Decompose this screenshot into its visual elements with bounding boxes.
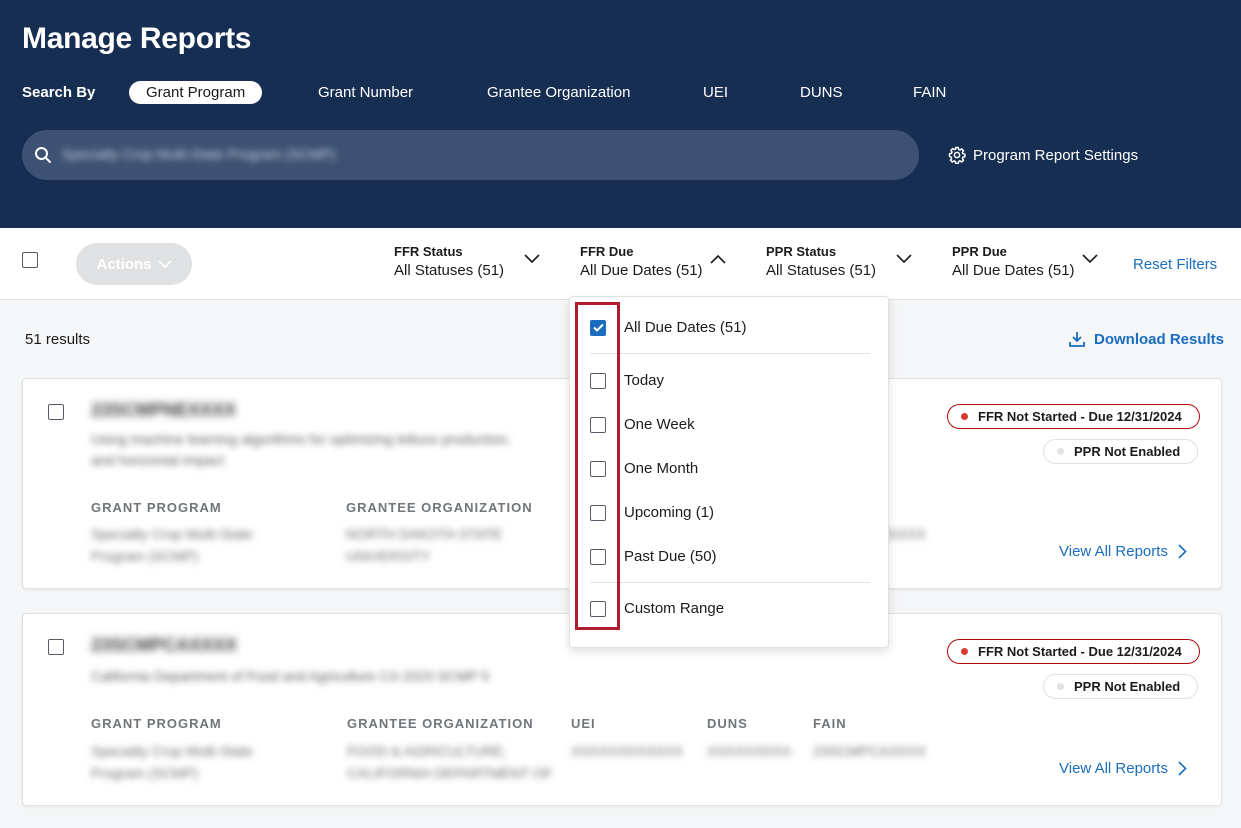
filter-ppr-status[interactable]: PPR Status All Statuses (51) <box>766 244 876 279</box>
page-title: Manage Reports <box>22 22 252 55</box>
highlight-annotation <box>575 302 620 630</box>
filter-value: All Statuses (51) <box>766 262 877 279</box>
filter-label: PPR Status <box>766 244 837 259</box>
divider <box>590 582 870 583</box>
search-icon <box>35 147 51 163</box>
download-results-button[interactable]: Download Results <box>1068 330 1224 348</box>
filter-ffr-status[interactable]: FFR Status All Statuses (51) <box>394 244 504 279</box>
card-checkbox[interactable] <box>48 639 64 655</box>
grantee-organization-label: GRANTEE ORGANIZATION <box>347 716 534 731</box>
search-tab-grant-program[interactable]: Grant Program <box>129 81 263 104</box>
view-all-reports-link[interactable]: View All Reports <box>1059 760 1187 777</box>
ppr-status-badge: PPR Not Enabled <box>1043 674 1199 699</box>
grantee-organization-value: NORTH DAKOTA STATE UNIVERSITY <box>346 526 503 564</box>
actions-label: Actions <box>96 255 152 273</box>
filter-label: PPR Due <box>952 244 1007 259</box>
status-dot-icon <box>1057 448 1064 455</box>
uei-value: XXXXXXXXXXXX <box>571 743 684 759</box>
grantee-organization-label: GRANTEE ORGANIZATION <box>346 500 533 515</box>
download-label: Download Results <box>1094 330 1225 348</box>
chevron-right-icon <box>1178 761 1187 776</box>
search-input[interactable]: Specialty Crop Multi-State Program (SCMP… <box>22 130 919 180</box>
search-by-label: Search By <box>22 84 96 101</box>
download-icon <box>1069 332 1085 347</box>
search-tab-duns[interactable]: DUNS <box>800 81 843 104</box>
ffr-status-badge: FFR Not Started - Due 12/31/2024 <box>947 639 1200 664</box>
program-report-settings-button[interactable]: Program Report Settings <box>948 146 1138 164</box>
actions-button[interactable]: Actions <box>76 243 192 285</box>
card-checkbox[interactable] <box>48 404 64 420</box>
chevron-up-icon[interactable] <box>710 254 726 264</box>
search-tab-grantee-organization[interactable]: Grantee Organization <box>487 81 630 104</box>
search-value: Specialty Crop Multi-State Program (SCMP… <box>62 146 336 162</box>
select-all-checkbox[interactable] <box>22 252 38 268</box>
status-dot-icon <box>961 413 968 420</box>
grant-program-label: GRANT PROGRAM <box>91 500 222 515</box>
filter-ppr-due[interactable]: PPR Due All Due Dates (51) <box>952 244 1075 279</box>
filter-label: FFR Status <box>394 244 463 259</box>
gear-icon <box>948 146 966 164</box>
view-all-reports-link[interactable]: View All Reports <box>1059 543 1187 560</box>
status-dot-icon <box>1057 683 1064 690</box>
grant-description: California Department of Food and Agricu… <box>91 668 490 684</box>
grant-program-value: Specialty Crop Multi-State Program (SCMP… <box>91 526 253 564</box>
chevron-down-icon[interactable] <box>524 254 540 264</box>
filter-value: All Due Dates (51) <box>580 262 703 279</box>
chevron-right-icon <box>1178 544 1187 559</box>
uei-label: UEI <box>571 716 596 731</box>
ffr-status-badge: FFR Not Started - Due 12/31/2024 <box>947 404 1200 429</box>
settings-label: Program Report Settings <box>973 146 1139 164</box>
chevron-down-icon[interactable] <box>1082 254 1098 264</box>
filter-value: All Due Dates (51) <box>952 262 1075 279</box>
filter-bar: Actions FFR Status All Statuses (51) FFR… <box>0 228 1241 300</box>
divider <box>590 353 870 354</box>
grant-program-value: Specialty Crop Multi-State Program (SCMP… <box>91 743 253 781</box>
search-tab-fain[interactable]: FAIN <box>913 81 946 104</box>
filter-ffr-due[interactable]: FFR Due All Due Dates (51) <box>580 244 703 279</box>
fain-value: 23SCMPCAXXXX <box>813 743 926 759</box>
results-count: 51 results <box>25 331 91 348</box>
page-header: Manage Reports Search By Grant Program G… <box>0 0 1241 228</box>
status-dot-icon <box>961 648 968 655</box>
reset-filters-link[interactable]: Reset Filters <box>1133 256 1217 273</box>
fain-label: FAIN <box>813 716 847 731</box>
filter-label: FFR Due <box>580 244 634 259</box>
filter-value: All Statuses (51) <box>394 262 505 279</box>
search-tab-uei[interactable]: UEI <box>703 81 728 104</box>
grantee-organization-value: FOOD & AGRICULTURE, CALIFORNIA DEPARTMEN… <box>347 743 553 781</box>
duns-value: XXXXXXXXX <box>707 743 792 759</box>
grant-number[interactable]: 23SCMPNEXXXX <box>91 400 236 421</box>
grant-program-label: GRANT PROGRAM <box>91 716 222 731</box>
chevron-down-icon[interactable] <box>896 254 912 264</box>
grant-description: Using machine learning algorithms for op… <box>91 431 512 468</box>
search-tab-grant-number[interactable]: Grant Number <box>318 81 413 104</box>
duns-label: DUNS <box>707 716 748 731</box>
chevron-down-icon <box>157 260 172 268</box>
grant-number[interactable]: 23SCMPCAXXXX <box>91 635 237 656</box>
ppr-status-badge: PPR Not Enabled <box>1043 439 1199 464</box>
